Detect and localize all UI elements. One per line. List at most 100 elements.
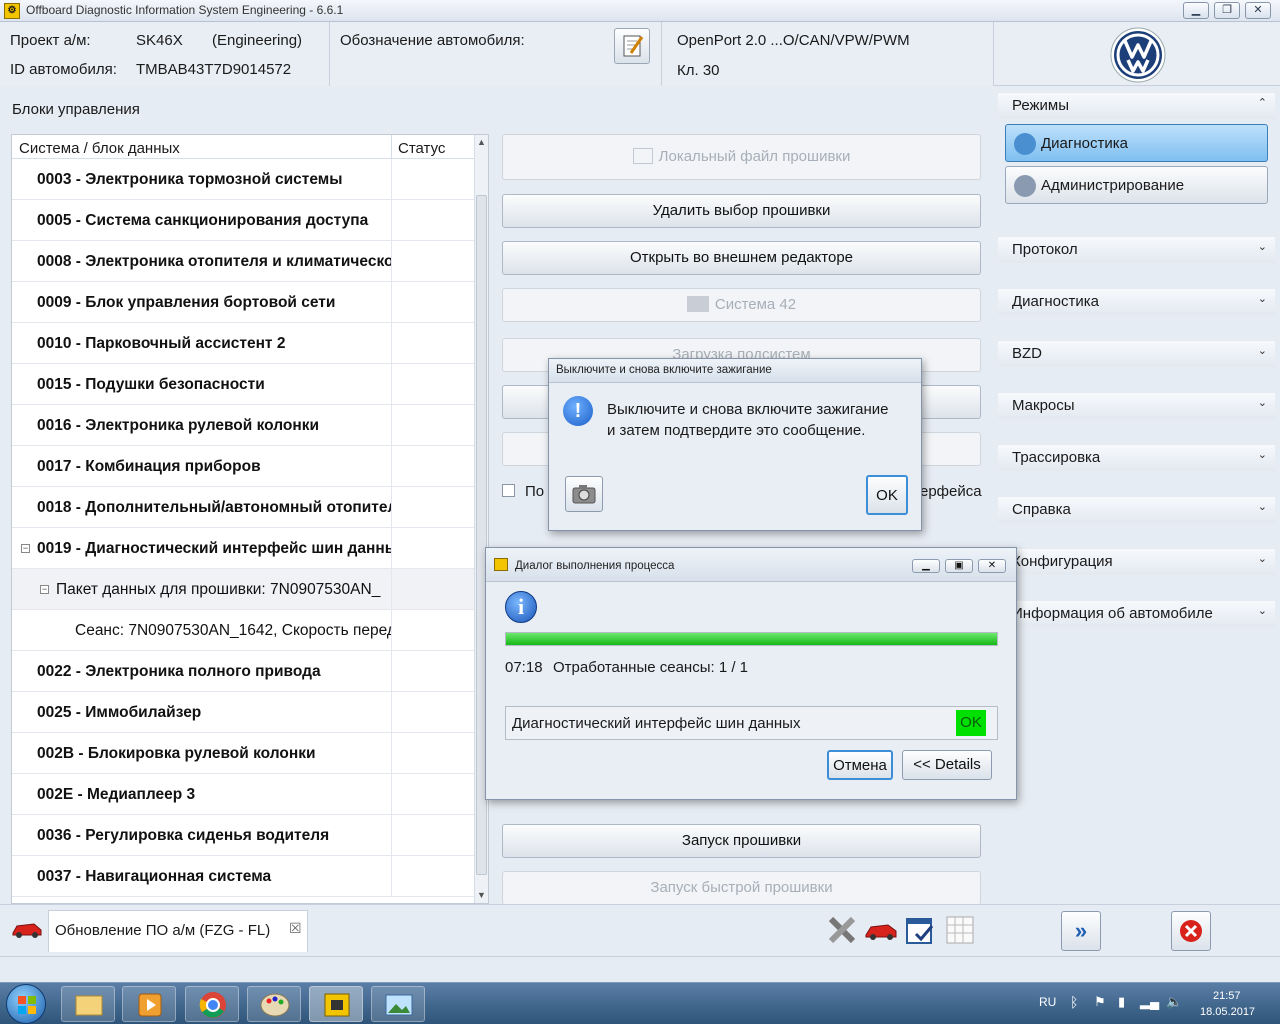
taskbar-odis[interactable]: [309, 986, 363, 1022]
network-signal-icon[interactable]: ▂▄: [1140, 994, 1159, 1010]
progress-close-button[interactable]: ✕: [978, 559, 1006, 573]
edit-designation-button[interactable]: [614, 28, 650, 64]
section-header[interactable]: Справка ⌄: [998, 497, 1275, 523]
mode-administration-button[interactable]: Администрирование: [1005, 166, 1268, 204]
tree-row[interactable]: 0016 - Электроника рулевой колонки: [12, 405, 474, 446]
vw-logo-icon: [1110, 27, 1166, 83]
progress-item-status: OK: [956, 710, 986, 736]
ignition-message-line2: и затем подтвердите это сообщение.: [607, 422, 866, 439]
progress-maximize-button[interactable]: ▣: [945, 559, 973, 573]
bluetooth-icon[interactable]: ᛒ: [1070, 994, 1078, 1010]
tree-row-label: 0037 - Навигационная система: [37, 868, 272, 885]
mode-diagnostics-label: Диагностика: [1041, 135, 1128, 152]
project-label: Проект а/м:: [10, 32, 91, 49]
maximize-button[interactable]: ❐: [1214, 2, 1240, 19]
start-fast-flash-button[interactable]: Запуск быстрой прошивки: [502, 871, 981, 905]
start-flash-button[interactable]: Запуск прошивки: [502, 824, 981, 858]
expand-chevron-icon: ⌄: [1257, 293, 1267, 305]
tree-row-label: 0018 - Дополнительный/автономный отопите…: [37, 499, 392, 516]
ignition-ok-button[interactable]: OK: [866, 475, 908, 515]
tree-row[interactable]: 0022 - Электроника полного привода: [12, 651, 474, 692]
clock-date[interactable]: 18.05.2017: [1200, 1006, 1255, 1018]
section-header[interactable]: BZD ⌄: [998, 341, 1275, 367]
screenshot-button[interactable]: [565, 476, 603, 512]
section-label: Конфигурация: [1012, 553, 1113, 570]
grid-icon[interactable]: [944, 914, 976, 946]
local-firmware-file-button[interactable]: Локальный файл прошивки: [502, 134, 981, 180]
battery-icon[interactable]: ▮: [1118, 994, 1125, 1010]
window-title-bar: ⚙ Offboard Diagnostic Information System…: [0, 0, 1280, 22]
section-header[interactable]: Макросы ⌄: [998, 393, 1275, 419]
car-icon[interactable]: [10, 918, 44, 940]
scroll-up-icon[interactable]: ▲: [477, 137, 486, 147]
volume-icon[interactable]: 🔈: [1166, 994, 1182, 1010]
close-window-button[interactable]: ✕: [1245, 2, 1271, 19]
mode-diagnostics-button[interactable]: Диагностика: [1005, 124, 1268, 162]
interface-cell: OpenPort 2.0 ...O/CAN/VPW/PWM Кл. 30: [662, 22, 994, 86]
section-header[interactable]: Конфигурация ⌄: [998, 549, 1275, 575]
tree-row[interactable]: 0010 - Парковочный ассистент 2: [12, 323, 474, 364]
tree-row[interactable]: 0036 - Регулировка сиденья водителя: [12, 815, 474, 856]
tree-row[interactable]: 002B - Блокировка рулевой колонки: [12, 733, 474, 774]
open-external-editor-button[interactable]: Открыть во внешнем редакторе: [502, 241, 981, 275]
clock-time[interactable]: 21:57: [1213, 990, 1241, 1002]
forward-button[interactable]: »: [1061, 911, 1101, 951]
tree-row[interactable]: 0005 - Система санкционирования доступа: [12, 200, 474, 241]
tree-row[interactable]: 0003 - Электроника тормозной системы: [12, 159, 474, 200]
tree-row[interactable]: 0008 - Электроника отопителя и климатиче…: [12, 241, 474, 282]
scroll-down-icon[interactable]: ▼: [477, 890, 486, 900]
section-header[interactable]: Трассировка ⌄: [998, 445, 1275, 471]
tree-row[interactable]: 0025 - Иммобилайзер: [12, 692, 474, 733]
tree-row[interactable]: − Пакет данных для прошивки: 7N0907530AN_: [12, 569, 474, 610]
tree-header: Система / блок данных Статус: [12, 135, 474, 159]
tree-row[interactable]: 0017 - Комбинация приборов: [12, 446, 474, 487]
taskbar-paint[interactable]: [247, 986, 301, 1022]
tab-close-icon[interactable]: ☒: [289, 920, 302, 937]
section-header[interactable]: Протокол ⌄: [998, 237, 1275, 263]
details-button[interactable]: << Details: [902, 750, 992, 780]
tree-row-label: 0003 - Электроника тормозной системы: [37, 171, 343, 188]
option-checkbox[interactable]: [502, 484, 515, 497]
ignition-dialog-title: Выключите и снова включите зажигание: [556, 364, 772, 376]
minimize-button[interactable]: ▁: [1183, 2, 1209, 19]
language-indicator[interactable]: RU: [1039, 995, 1056, 1009]
tree-row[interactable]: 0018 - Дополнительный/автономный отопите…: [12, 487, 474, 528]
section-label: BZD: [1012, 345, 1042, 362]
checklist-icon[interactable]: [904, 914, 936, 946]
column-status[interactable]: Статус: [398, 140, 445, 157]
file-icon: [632, 148, 653, 164]
section-header[interactable]: Информация об автомобиле ⌄: [998, 601, 1275, 627]
system42-button[interactable]: Система 42: [502, 288, 981, 322]
collapse-node-icon[interactable]: −: [21, 544, 30, 553]
windows-logo-icon: [18, 996, 36, 1014]
control-units-title: Блоки управления: [12, 101, 140, 118]
progress-minimize-button[interactable]: ▁: [912, 559, 940, 573]
modes-section-header[interactable]: Режимы ⌃: [998, 93, 1275, 119]
taskbar-media-player[interactable]: [122, 986, 176, 1022]
control-units-tree[interactable]: Система / блок данных Статус 0003 - Элек…: [11, 134, 489, 904]
progress-bar: [505, 632, 998, 646]
tree-row[interactable]: −0019 - Диагностический интерфейс шин да…: [12, 528, 474, 569]
delete-firmware-selection-button[interactable]: Удалить выбор прошивки: [502, 194, 981, 228]
collapse-node-icon[interactable]: −: [40, 585, 49, 594]
tab-software-update[interactable]: Обновление ПО а/м (FZG - FL) ☒: [48, 910, 308, 952]
taskbar-chrome[interactable]: [185, 986, 239, 1022]
exit-button[interactable]: [1171, 911, 1211, 951]
vehicle-icon[interactable]: [864, 914, 897, 946]
tree-row[interactable]: Сеанс: 7N0907530AN_1642, Скорость переда…: [12, 610, 474, 651]
tree-row[interactable]: 0037 - Навигационная система: [12, 856, 474, 897]
expand-chevron-icon: ⌄: [1257, 241, 1267, 253]
cancel-button[interactable]: Отмена: [827, 750, 893, 780]
media-player-icon: [138, 993, 162, 1017]
tree-row[interactable]: 002E - Медиаплеер 3: [12, 774, 474, 815]
action-center-flag-icon[interactable]: ⚑: [1094, 994, 1106, 1010]
tree-row[interactable]: 0009 - Блок управления бортовой сети: [12, 282, 474, 323]
taskbar-explorer[interactable]: [61, 986, 115, 1022]
start-button[interactable]: [6, 984, 46, 1024]
section-header[interactable]: Диагностика ⌄: [998, 289, 1275, 315]
column-system[interactable]: Система / блок данных: [19, 140, 180, 157]
tree-row-status: [391, 487, 392, 528]
tree-row[interactable]: 0015 - Подушки безопасности: [12, 364, 474, 405]
tools-cross-icon[interactable]: [826, 914, 858, 946]
taskbar-photo-viewer[interactable]: [371, 986, 425, 1022]
